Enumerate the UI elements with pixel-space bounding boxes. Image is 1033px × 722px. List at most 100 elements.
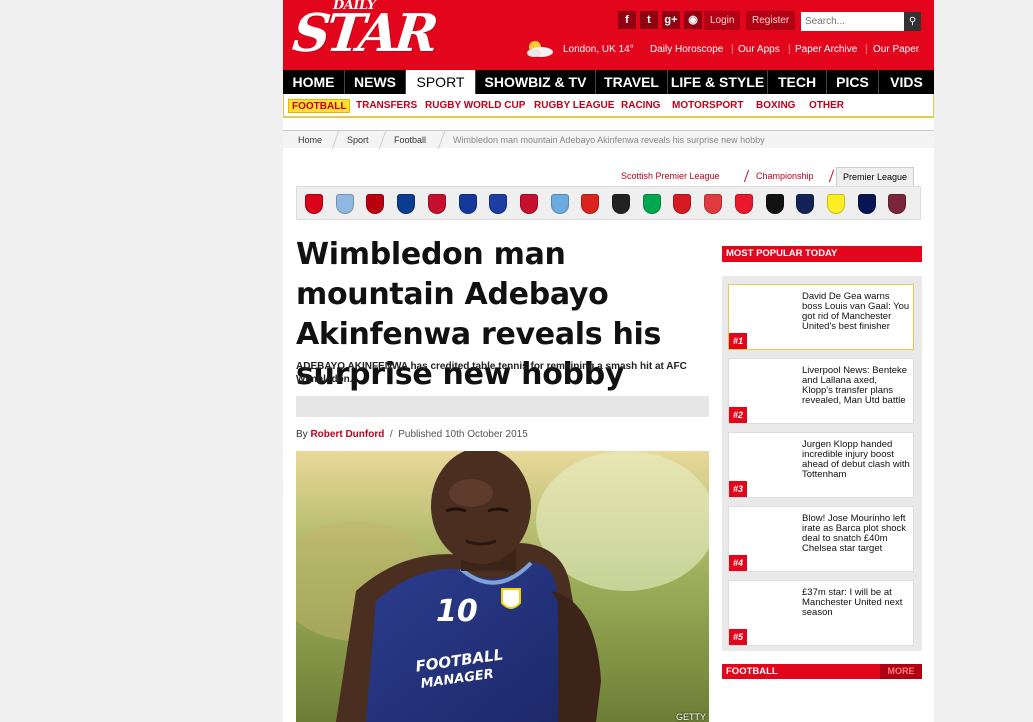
tab-scottish-premier-league[interactable]: Scottish Premier League: [615, 167, 726, 186]
tab-championship[interactable]: Championship: [750, 167, 820, 186]
link-separator: |: [865, 44, 868, 55]
rank-badge: #5: [729, 629, 747, 645]
byline: By Robert Dunford / Published 10th Octob…: [296, 429, 528, 440]
most-popular-item[interactable]: #1 David De Gea warns boss Louis van Gaa…: [728, 284, 914, 350]
most-popular-list: #1 David De Gea warns boss Louis van Gaa…: [722, 276, 922, 651]
shirt-number: 10: [436, 594, 478, 629]
leicester-badge-icon[interactable]: [489, 194, 508, 214]
register-button[interactable]: Register: [746, 11, 796, 30]
more-button[interactable]: MORE: [880, 664, 922, 679]
rank-badge: #3: [729, 481, 747, 497]
subnav-motorsport[interactable]: MOTORSPORT: [672, 99, 743, 113]
sport-sub-nav: FOOTBALL TRANSFERS RUGBY WORLD CUP RUGBY…: [283, 94, 934, 118]
byline-by: By: [296, 429, 308, 440]
man-city-badge-icon[interactable]: [550, 194, 569, 214]
weather-sun-cloud-icon: [527, 41, 553, 57]
man-united-badge-icon[interactable]: [581, 194, 600, 214]
crystal-palace-badge-icon[interactable]: [427, 194, 446, 214]
nav-tech[interactable]: TECH: [768, 70, 827, 94]
most-popular-header: MOST POPULAR TODAY: [722, 246, 922, 262]
subnav-rugby-world-cup[interactable]: RUGBY WORLD CUP: [425, 99, 525, 113]
arsenal-badge-icon[interactable]: [305, 194, 323, 214]
watford-badge-icon[interactable]: [826, 194, 845, 214]
rank-badge: #4: [729, 555, 747, 571]
player-photo: 10 FOOTBALL MANAGER: [296, 451, 709, 722]
masthead: DAILY STAR f t g+ ◉ Login Register ⚲ Lon…: [283, 0, 934, 70]
daily-star-logo[interactable]: DAILY STAR: [290, 0, 437, 66]
nav-home[interactable]: HOME: [283, 70, 345, 94]
subnav-racing[interactable]: RACING: [621, 99, 660, 113]
nav-pics[interactable]: PICS: [827, 70, 879, 94]
subnav-other[interactable]: OTHER: [809, 99, 844, 113]
author-link[interactable]: Robert Dunford: [310, 429, 384, 440]
breadcrumb-separator: [437, 131, 446, 149]
norwich-badge-icon[interactable]: [642, 194, 661, 214]
google-plus-icon[interactable]: g+: [662, 11, 680, 29]
sunderland-badge-icon[interactable]: [734, 194, 753, 214]
west-ham-badge-icon[interactable]: [888, 194, 907, 214]
rank-badge: #2: [729, 407, 747, 423]
newcastle-badge-icon[interactable]: [612, 194, 630, 214]
publish-date: Published 10th October 2015: [398, 429, 528, 440]
breadcrumb-separator: [378, 131, 387, 149]
most-popular-title[interactable]: Liverpool News: Benteke and Lallana axed…: [802, 366, 910, 406]
photo-credit: GETTY: [675, 712, 706, 722]
daily-horoscope-link[interactable]: Daily Horoscope: [650, 44, 723, 55]
tab-separator: [743, 170, 750, 182]
most-popular-item[interactable]: #5 £37m star: I will be at Manchester Un…: [728, 580, 914, 646]
football-section-title: FOOTBALL: [726, 666, 778, 677]
most-popular-title[interactable]: Jurgen Klopp handed incredible injury bo…: [802, 440, 910, 480]
nav-sport[interactable]: SPORT: [406, 70, 476, 94]
ad-placeholder: [296, 396, 709, 417]
subnav-rugby-league[interactable]: RUGBY LEAGUE: [534, 99, 614, 113]
aston-villa-badge-icon[interactable]: [335, 194, 354, 214]
west-brom-badge-icon[interactable]: [857, 194, 876, 214]
logo-star: STAR: [289, 3, 438, 64]
most-popular-item[interactable]: #3 Jurgen Klopp handed incredible injury…: [728, 432, 914, 498]
most-popular-title[interactable]: £37m star: I will be at Manchester Unite…: [802, 588, 910, 618]
facebook-icon[interactable]: f: [618, 11, 636, 29]
weather-location[interactable]: London, UK 14°: [563, 44, 634, 55]
our-paper-link[interactable]: Our Paper: [873, 44, 919, 55]
football-section-header: FOOTBALL MORE: [722, 664, 922, 679]
most-popular-item[interactable]: #4 Blow! Jose Mourinho left irate as Bar…: [728, 506, 914, 572]
main-nav: HOME NEWS SPORT SHOWBIZ & TV TRAVEL LIFE…: [283, 70, 934, 94]
article-photo[interactable]: 10 FOOTBALL MANAGER GETTY: [296, 451, 709, 722]
tab-premier-league[interactable]: Premier League: [836, 167, 915, 186]
subnav-boxing[interactable]: BOXING: [756, 99, 795, 113]
liverpool-badge-icon[interactable]: [519, 194, 538, 214]
nav-travel[interactable]: TRAVEL: [596, 70, 668, 94]
everton-badge-icon[interactable]: [458, 194, 477, 214]
twitter-icon[interactable]: t: [640, 11, 658, 29]
nav-vids[interactable]: VIDS: [879, 70, 934, 94]
most-popular-title[interactable]: Blow! Jose Mourinho left irate as Barca …: [802, 514, 910, 554]
club-badge-strip: [296, 186, 921, 220]
nav-showbiz-tv[interactable]: SHOWBIZ & TV: [476, 70, 596, 94]
our-apps-link[interactable]: Our Apps: [738, 44, 780, 55]
breadcrumb-football[interactable]: Football: [394, 135, 426, 145]
search-icon[interactable]: ⚲: [904, 12, 921, 31]
bournemouth-badge-icon[interactable]: [366, 194, 385, 214]
breadcrumb-home[interactable]: Home: [298, 135, 322, 145]
southampton-badge-icon[interactable]: [673, 194, 692, 214]
chelsea-badge-icon[interactable]: [397, 194, 416, 214]
most-popular-title[interactable]: David De Gea warns boss Louis van Gaal: …: [802, 292, 910, 332]
subnav-transfers[interactable]: TRANSFERS: [356, 99, 417, 113]
breadcrumb-sport[interactable]: Sport: [347, 135, 369, 145]
nav-life-style[interactable]: LIFE & STYLE: [668, 70, 768, 94]
page: DAILY STAR f t g+ ◉ Login Register ⚲ Lon…: [283, 0, 934, 722]
most-popular-item[interactable]: #2 Liverpool News: Benteke and Lallana a…: [728, 358, 914, 424]
breadcrumb-separator: [331, 131, 340, 149]
rss-icon[interactable]: ◉: [684, 11, 702, 29]
swansea-badge-icon[interactable]: [765, 194, 784, 214]
nav-news[interactable]: NEWS: [345, 70, 406, 94]
subnav-football[interactable]: FOOTBALL: [288, 99, 351, 113]
tottenham-badge-icon[interactable]: [796, 194, 815, 214]
article-standfirst: ADEBAYO AKINFENWA has credited table ten…: [296, 361, 687, 385]
search-input[interactable]: [801, 12, 904, 31]
breadcrumb: Home Sport Football Wimbledon man mounta…: [283, 130, 934, 149]
stoke-badge-icon[interactable]: [704, 194, 723, 214]
link-separator: |: [788, 44, 791, 55]
login-button[interactable]: Login: [704, 11, 741, 30]
paper-archive-link[interactable]: Paper Archive: [795, 44, 857, 55]
